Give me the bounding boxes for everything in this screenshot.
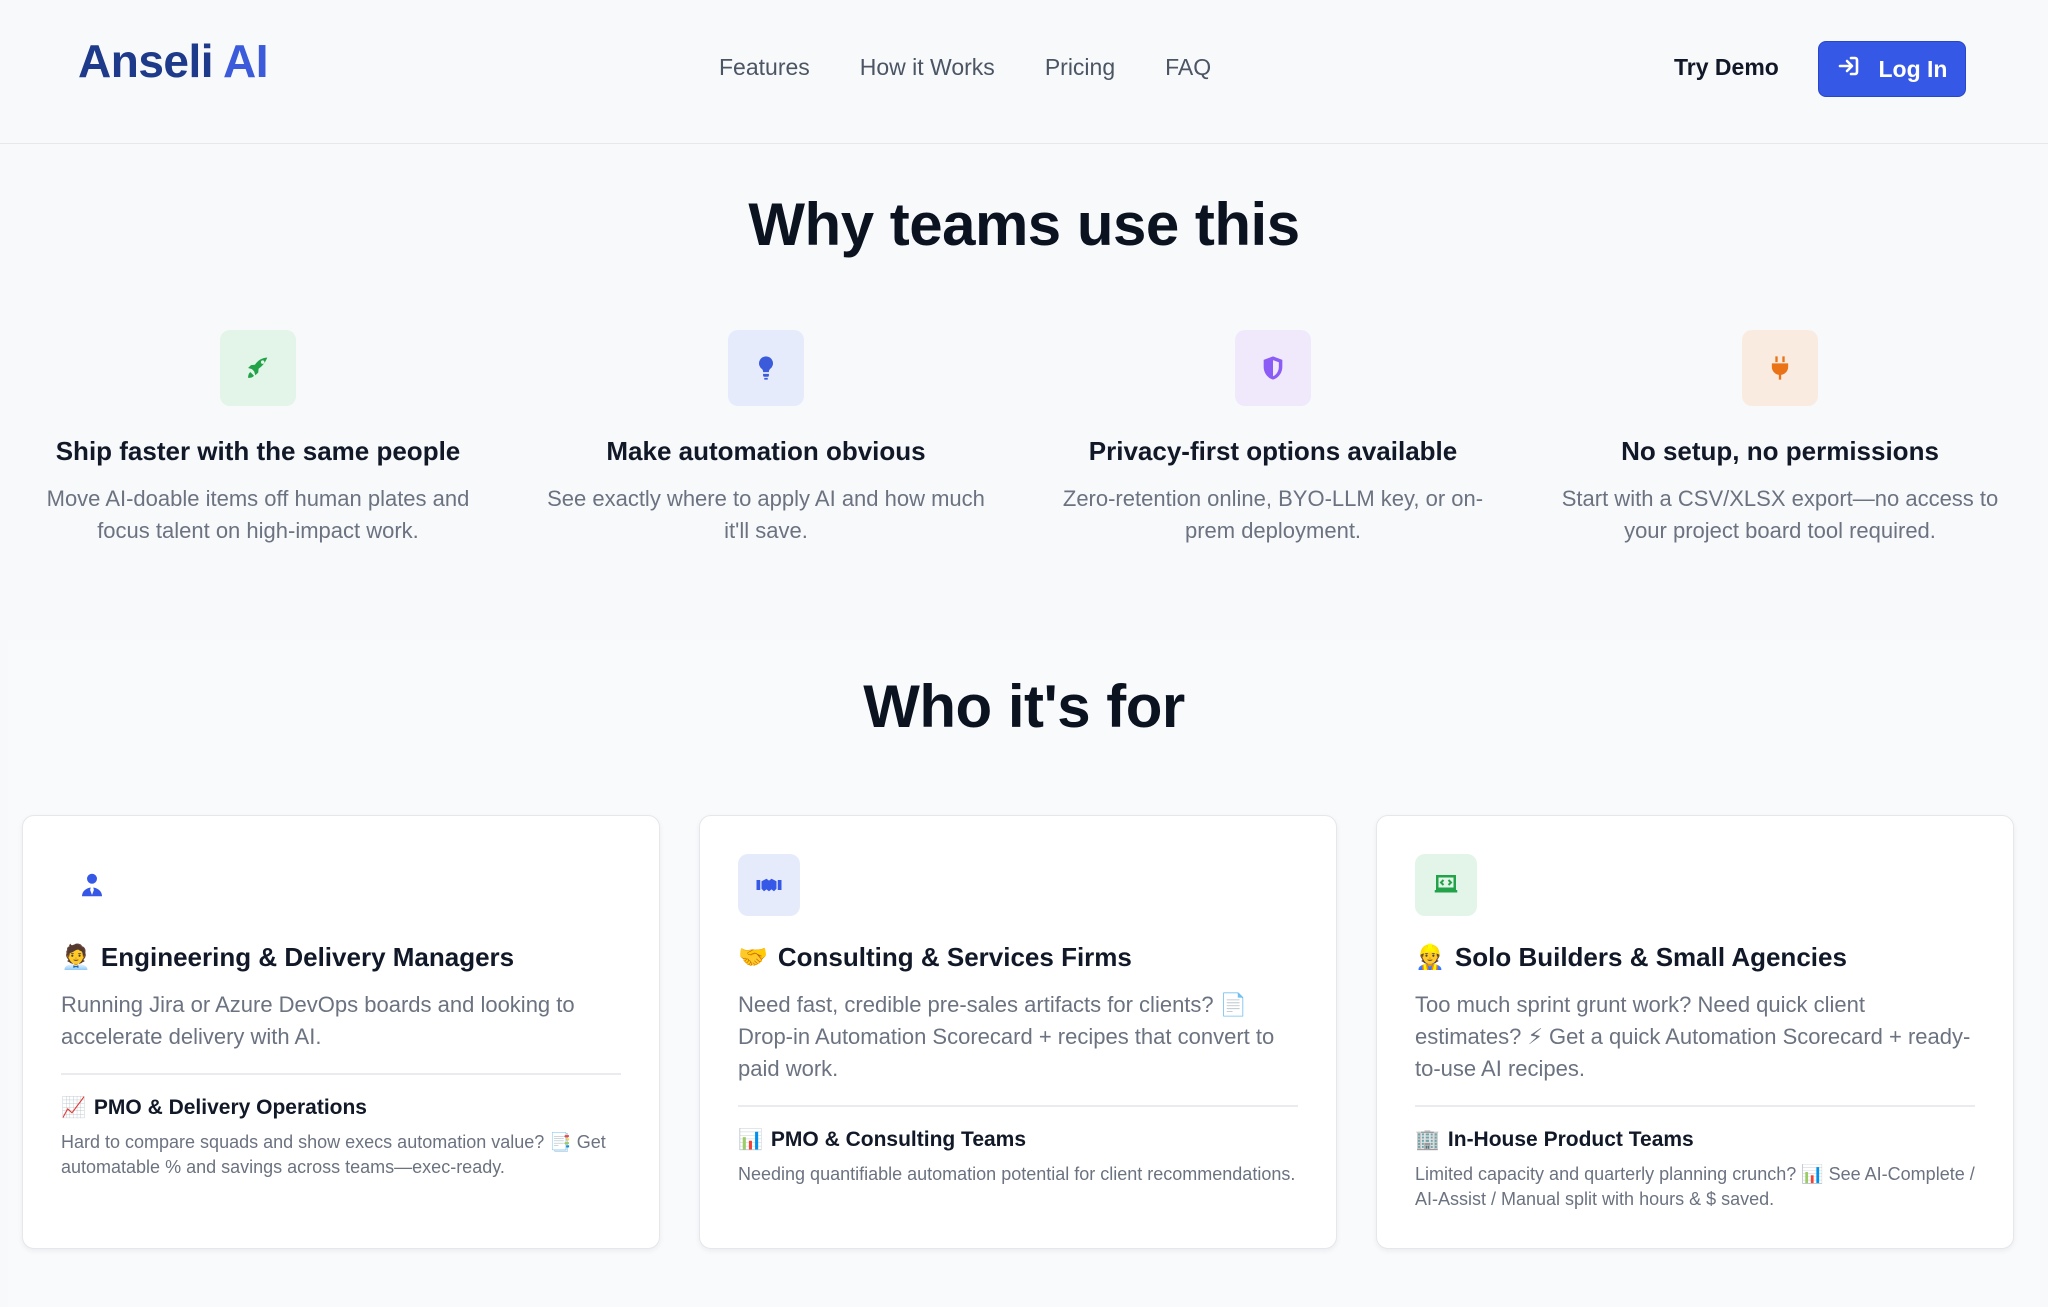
user-tie-icon	[61, 854, 123, 916]
feature-title: Ship faster with the same people	[55, 436, 461, 466]
card-subtitle: 📊 PMO & Consulting Teams	[738, 1127, 1027, 1152]
feature-description: Zero-retention online, BYO-LLM key, or o…	[1062, 486, 1484, 543]
audience-card-engineering: 🧑‍💼 Engineering & Delivery Managers Runni…	[22, 815, 660, 1249]
logo-ai-text: AI	[223, 35, 269, 87]
nav-pricing[interactable]: Pricing	[1045, 54, 1115, 81]
card-title: 🤝 Consulting & Services Firms	[738, 942, 1132, 972]
lightbulb-icon	[728, 330, 804, 406]
login-icon	[1837, 54, 1861, 84]
card-subdescription: Hard to compare squads and show execs au…	[61, 1132, 606, 1177]
card-description: Too much sprint grunt work? Need quick c…	[1415, 992, 1971, 1081]
feature-privacy: Privacy-first options available Zero-ret…	[1033, 330, 1513, 547]
feature-description: Move AI-doable items off human plates an…	[46, 486, 470, 543]
try-demo-link[interactable]: Try Demo	[1674, 54, 1779, 81]
feature-no-setup: No setup, no permissions Start with a CS…	[1540, 330, 2020, 547]
feature-title: Make automation obvious	[606, 436, 926, 466]
login-label: Log In	[1878, 55, 1948, 82]
card-divider	[61, 1073, 621, 1075]
card-subdescription: Needing quantifiable automation potentia…	[738, 1164, 1296, 1184]
rocket-icon	[220, 330, 296, 406]
bar-chart-icon: 📊	[738, 1129, 763, 1151]
card-subtitle: 🏢 In-House Product Teams	[1415, 1127, 1694, 1152]
nav-faq[interactable]: FAQ	[1165, 54, 1211, 81]
card-title: 🧑‍💼 Engineering & Delivery Managers	[61, 942, 515, 972]
feature-ship-faster: Ship faster with the same people Move AI…	[18, 330, 498, 547]
chart-increasing-icon: 📈	[61, 1097, 86, 1119]
card-description: Need fast, credible pre-sales artifacts …	[738, 992, 1275, 1081]
login-button[interactable]: Log In	[1818, 41, 1966, 97]
feature-description: See exactly where to apply AI and how mu…	[547, 486, 985, 543]
worker-emoji-icon: 👷	[1415, 944, 1445, 971]
why-section-title: Why teams use this	[748, 191, 1300, 258]
laptop-code-icon	[1415, 854, 1477, 916]
feature-title: Privacy-first options available	[1088, 436, 1458, 466]
who-section-title: Who it's for	[863, 673, 1185, 740]
logo-text: Anseli	[78, 35, 214, 87]
card-divider	[1415, 1105, 1975, 1107]
feature-description: Start with a CSV/XLSX export—no access t…	[1561, 486, 1999, 543]
card-title: 👷 Solo Builders & Small Agencies	[1415, 942, 1847, 972]
feature-automation: Make automation obvious See exactly wher…	[526, 330, 1006, 547]
office-worker-icon: 🧑‍💼	[61, 944, 91, 971]
card-subdescription: Limited capacity and quarterly planning …	[1415, 1164, 1975, 1209]
shield-icon	[1235, 330, 1311, 406]
card-divider	[738, 1105, 1298, 1107]
nav-features[interactable]: Features	[719, 54, 810, 81]
audience-card-solo-builders: 👷 Solo Builders & Small Agencies Too much…	[1376, 815, 2014, 1249]
card-description: Running Jira or Azure DevOps boards and …	[61, 992, 575, 1049]
audience-card-consulting: 🤝 Consulting & Services Firms Need fast, …	[699, 815, 1337, 1249]
features-row: Ship faster with the same people Move AI…	[0, 330, 2048, 590]
main-nav: Features How it Works Pricing FAQ	[719, 54, 1211, 81]
card-subtitle: 📈 PMO & Delivery Operations	[61, 1095, 367, 1120]
office-building-icon: 🏢	[1415, 1129, 1440, 1151]
nav-how-it-works[interactable]: How it Works	[860, 54, 995, 81]
logo[interactable]: Anseli AI	[78, 34, 269, 88]
plug-icon	[1742, 330, 1818, 406]
handshake-icon	[738, 854, 800, 916]
handshake-emoji-icon: 🤝	[738, 944, 768, 971]
feature-title: No setup, no permissions	[1621, 436, 1939, 466]
site-header: Anseli AI Features How it Works Pricing F…	[0, 0, 2048, 144]
